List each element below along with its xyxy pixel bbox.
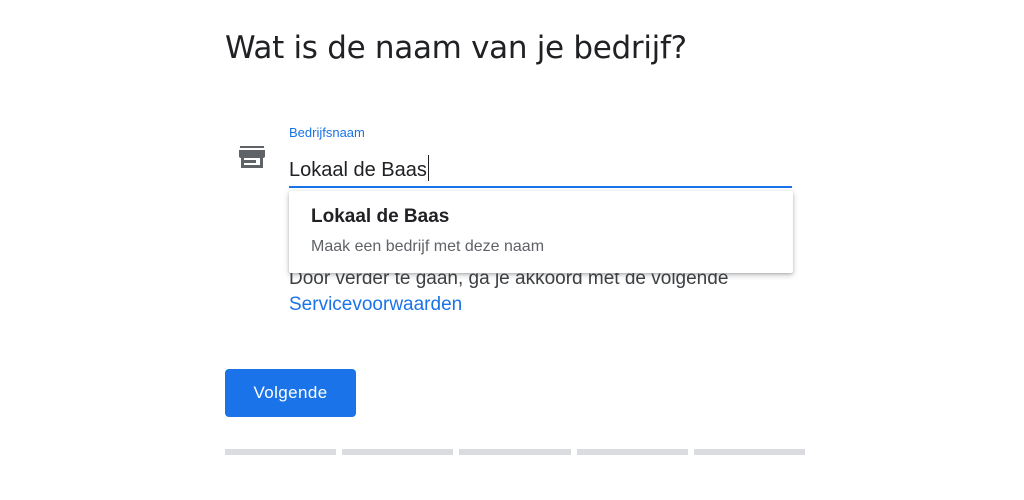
business-name-input[interactable]: [289, 154, 792, 188]
progress-step: [576, 449, 688, 455]
autocomplete-suggestion[interactable]: Lokaal de Baas Maak een bedrijf met deze…: [289, 191, 793, 273]
store-icon: [239, 146, 265, 168]
progress-step: [342, 449, 454, 455]
next-button[interactable]: Volgende: [225, 369, 356, 417]
terms-of-service-link[interactable]: Servicevoorwaarden: [289, 292, 462, 318]
page-title: Wat is de naam van je bedrijf?: [225, 30, 687, 66]
progress-bar: [225, 449, 806, 455]
progress-step: [225, 449, 337, 455]
progress-step: [693, 449, 806, 455]
text-cursor: [427, 155, 429, 181]
suggestion-subtitle: Maak een bedrijf met deze naam: [311, 238, 545, 255]
suggestion-title: Lokaal de Baas: [311, 206, 450, 227]
progress-step: [459, 449, 571, 455]
business-name-label: Bedrijfsnaam: [289, 125, 365, 140]
business-name-page: Wat is de naam van je bedrijf? Bedrijfsn…: [0, 0, 1024, 500]
